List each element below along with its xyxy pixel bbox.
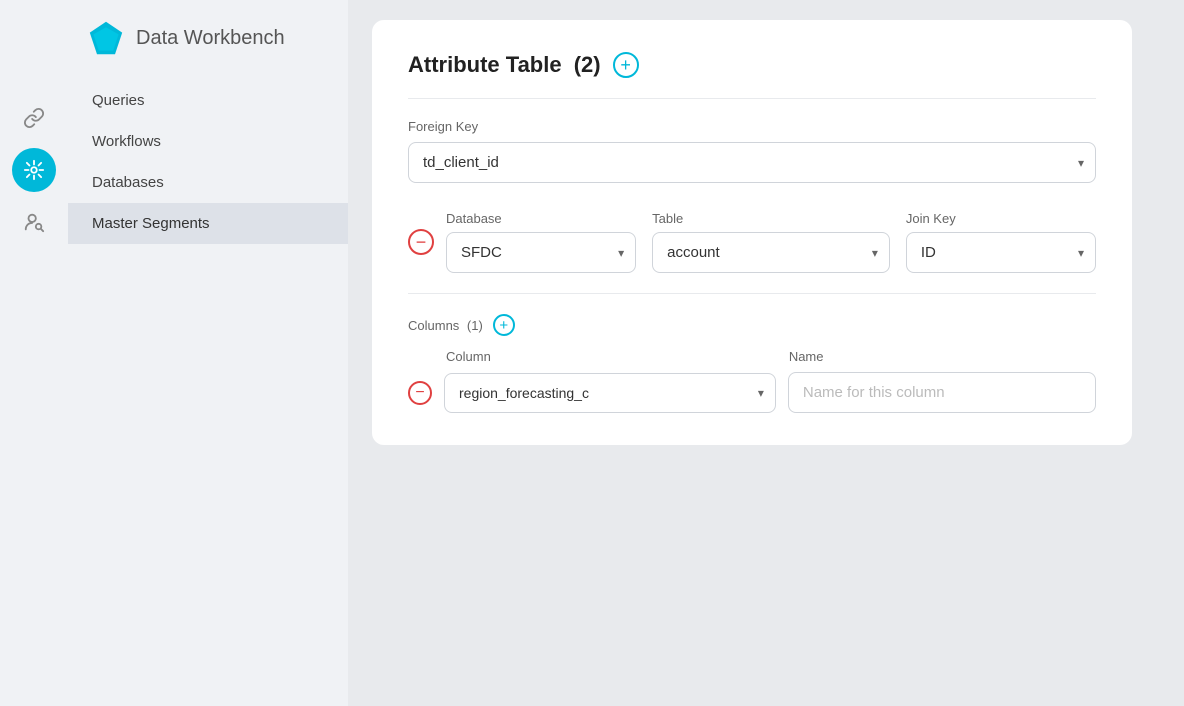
remove-join-button[interactable]: − [408,229,434,255]
left-nav: Data Workbench Queries Workflows Databas… [68,0,348,706]
column-field-labels: Column Name [446,348,1096,366]
add-attribute-button[interactable]: + [613,52,639,78]
nav-item-master-segments[interactable]: Master Segments [68,203,348,244]
database-field-group: Database SFDC ▾ [446,211,636,273]
remove-column-button[interactable]: − [408,381,432,405]
nav-item-queries[interactable]: Queries [68,80,348,121]
column-row: − region_forecasting_c ▾ [408,372,1096,413]
database-label: Database [446,211,636,226]
attribute-table-card: Attribute Table (2) + Foreign Key td_cli… [372,20,1132,445]
join-key-select[interactable]: ID [906,232,1096,273]
columns-header: Columns (1) + [408,314,1096,336]
icon-segments[interactable] [12,148,56,192]
column-select-group: region_forecasting_c ▾ [444,373,776,413]
card-title: Attribute Table (2) [408,52,601,78]
divider [408,293,1096,294]
nav-item-databases[interactable]: Databases [68,162,348,203]
columns-section: Columns (1) + Column Name − [408,314,1096,413]
nav-item-workflows[interactable]: Workflows [68,121,348,162]
icon-link[interactable] [12,96,56,140]
card-header: Attribute Table (2) + [408,52,1096,99]
app-title: Data Workbench [136,27,285,50]
database-select[interactable]: SFDC [446,232,636,273]
database-select-wrapper: SFDC ▾ [446,232,636,273]
table-label: Table [652,211,890,226]
column-name-input[interactable] [788,372,1096,413]
foreign-key-label: Foreign Key [408,119,1096,134]
table-select[interactable]: account [652,232,890,273]
app-header: Data Workbench [68,20,348,80]
foreign-key-select[interactable]: td_client_id [408,142,1096,183]
join-key-field-group: Join Key ID ▾ [906,211,1096,273]
column-name-label: Name [789,349,824,364]
column-select-wrapper: region_forecasting_c ▾ [444,373,776,413]
main-content: Attribute Table (2) + Foreign Key td_cli… [348,0,1184,706]
join-row: − Database SFDC ▾ Table account [408,211,1096,273]
icon-person-search[interactable] [12,200,56,244]
columns-label: Columns (1) [408,318,483,333]
app-logo [88,20,124,56]
table-field-group: Table account ▾ [652,211,890,273]
column-name-group [788,372,1096,413]
join-fields-grid: Database SFDC ▾ Table account ▾ [446,211,1096,273]
column-col-label: Column [446,349,491,364]
add-column-button[interactable]: + [493,314,515,336]
icon-sidebar [0,0,68,706]
foreign-key-select-wrapper: td_client_id ▾ [408,142,1096,183]
table-select-wrapper: account ▾ [652,232,890,273]
nav-items: Queries Workflows Databases Master Segme… [68,80,348,244]
column-select[interactable]: region_forecasting_c [444,373,776,413]
join-key-select-wrapper: ID ▾ [906,232,1096,273]
foreign-key-section: Foreign Key td_client_id ▾ [408,119,1096,183]
join-key-label: Join Key [906,211,1096,226]
